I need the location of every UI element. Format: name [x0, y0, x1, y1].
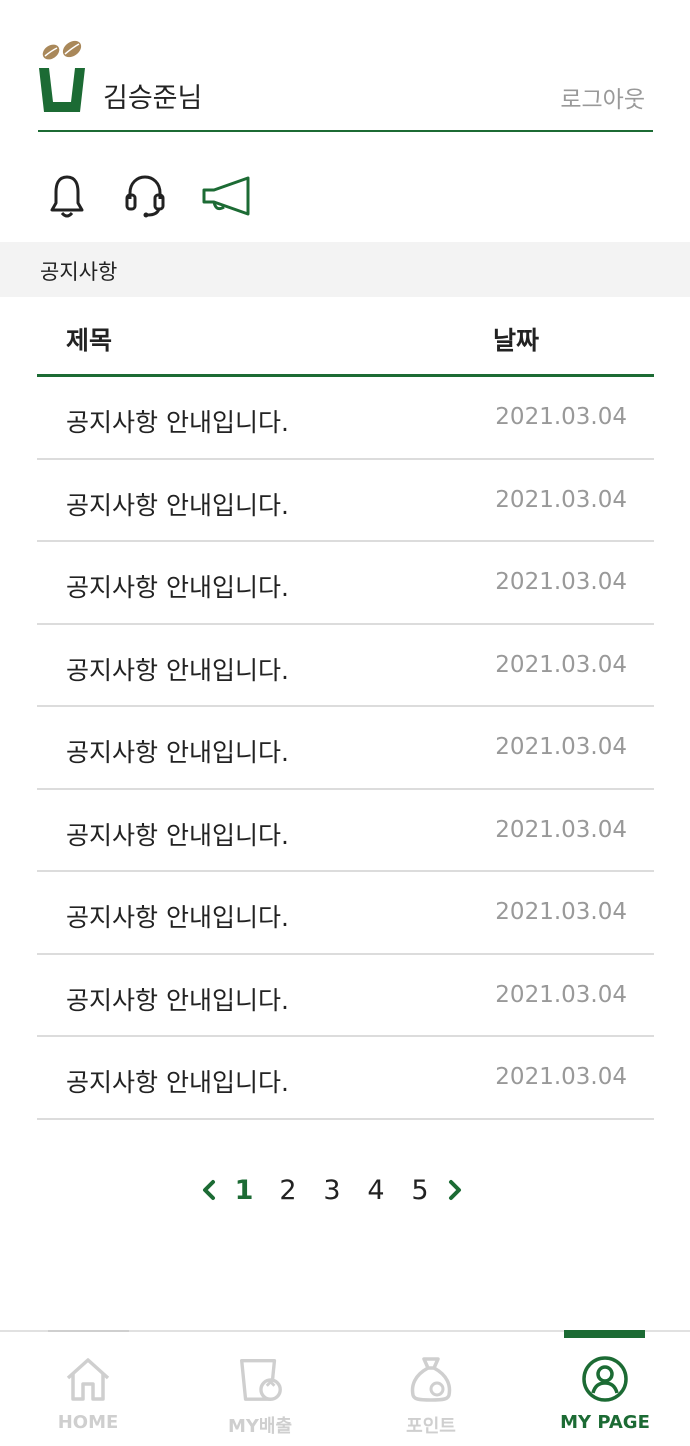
notice-title: 공지사항 안내입니다. [66, 655, 289, 685]
tab-my-page-label: MY PAGE [560, 1412, 650, 1433]
table-row[interactable]: 공지사항 안내입니다. 2021.03.04 [37, 460, 654, 542]
column-header-title: 제목 [66, 326, 113, 355]
notice-date: 2021.03.04 [495, 569, 627, 595]
home-icon [62, 1354, 114, 1404]
table-row[interactable]: 공지사항 안내입니다. 2021.03.04 [37, 377, 654, 460]
page-3-link[interactable]: 3 [310, 1175, 354, 1206]
pagination: 1 2 3 4 5 [196, 1170, 468, 1210]
bottom-tab-bar: HOME MY배출 포인트 MY PAGE [0, 1330, 690, 1446]
table-row[interactable]: 공지사항 안내입니다. 2021.03.04 [37, 1037, 654, 1120]
column-header-date: 날짜 [493, 326, 540, 355]
tab-my-emission-label: MY배출 [227, 1416, 293, 1437]
headset-icon[interactable] [122, 173, 168, 219]
user-circle-icon [579, 1354, 631, 1404]
bell-icon[interactable] [44, 173, 90, 219]
notice-title: 공지사항 안내입니다. [66, 408, 289, 437]
table-row[interactable]: 공지사항 안내입니다. 2021.03.04 [37, 955, 654, 1037]
cup-recycle-icon [234, 1354, 286, 1404]
page-2-link[interactable]: 2 [266, 1175, 310, 1206]
header: 김승준님 로그아웃 [38, 36, 653, 132]
table-row[interactable]: 공지사항 안내입니다. 2021.03.04 [37, 542, 654, 625]
table-row[interactable]: 공지사항 안내입니다. 2021.03.04 [37, 707, 654, 790]
money-bag-icon [405, 1354, 457, 1404]
notice-date: 2021.03.04 [495, 816, 627, 843]
table-row[interactable]: 공지사항 안내입니다. 2021.03.04 [37, 625, 654, 707]
logout-button[interactable]: 로그아웃 [560, 80, 645, 114]
notice-title: 공지사항 안내입니다. [66, 490, 289, 520]
tab-points-label: 포인트 [406, 1416, 456, 1437]
notice-title: 공지사항 안내입니다. [66, 1068, 289, 1097]
notice-title: 공지사항 안내입니다. [66, 573, 289, 602]
page-5-link[interactable]: 5 [398, 1175, 442, 1206]
notice-list: 공지사항 안내입니다. 2021.03.04 공지사항 안내입니다. 2021.… [37, 377, 654, 1120]
notice-date: 2021.03.04 [495, 404, 627, 430]
notice-date: 2021.03.04 [495, 651, 627, 678]
tab-home-label: HOME [57, 1412, 119, 1433]
section-bar: 공지사항 [0, 242, 690, 297]
notice-date: 2021.03.04 [495, 899, 627, 925]
megaphone-icon[interactable] [200, 173, 254, 219]
table-row[interactable]: 공지사항 안내입니다. 2021.03.04 [37, 790, 654, 872]
tab-home[interactable]: HOME [28, 1332, 148, 1446]
notice-title: 공지사항 안내입니다. [66, 985, 289, 1015]
chevron-right-icon[interactable] [442, 1172, 468, 1208]
chevron-left-icon[interactable] [196, 1172, 222, 1208]
notice-title: 공지사항 안내입니다. [66, 738, 289, 767]
quick-menu [44, 172, 254, 220]
section-title: 공지사항 [40, 260, 118, 284]
notice-title: 공지사항 안내입니다. [66, 903, 289, 932]
page-4-link[interactable]: 4 [354, 1175, 398, 1206]
tab-my-page[interactable]: MY PAGE [545, 1332, 665, 1446]
tab-my-emission[interactable]: MY배출 [200, 1332, 320, 1446]
user-name: 김승준님 [103, 83, 203, 114]
notice-date: 2021.03.04 [495, 1064, 627, 1090]
page-1-link[interactable]: 1 [222, 1175, 266, 1206]
tab-points[interactable]: 포인트 [371, 1332, 491, 1446]
notice-date: 2021.03.04 [495, 486, 627, 513]
table-row[interactable]: 공지사항 안내입니다. 2021.03.04 [37, 872, 654, 955]
brand-logo [38, 36, 86, 116]
notice-date: 2021.03.04 [495, 734, 627, 760]
table-header: 제목 날짜 [37, 297, 654, 377]
notice-title: 공지사항 안내입니다. [66, 820, 289, 850]
notice-date: 2021.03.04 [495, 981, 627, 1008]
